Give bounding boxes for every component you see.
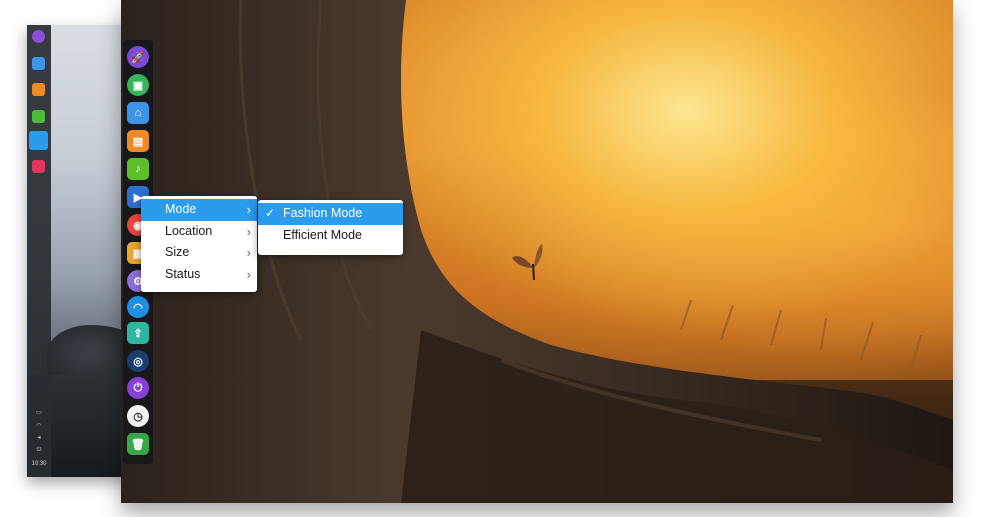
- menu-item-location[interactable]: Location ›: [141, 221, 257, 243]
- power-icon[interactable]: ⏻: [127, 377, 149, 399]
- trash-icon[interactable]: 🗑: [127, 433, 149, 455]
- menu-item-label: Status: [165, 266, 201, 281]
- submenu-item-efficient-mode[interactable]: Efficient Mode: [258, 225, 403, 247]
- volume-icon[interactable]: ◂: [31, 434, 47, 441]
- submenu-item-label: Fashion Mode: [283, 206, 363, 220]
- file-manager-icon[interactable]: [32, 57, 45, 70]
- checkmark-icon: ✓: [265, 206, 276, 220]
- menu-item-status[interactable]: Status ›: [141, 264, 257, 286]
- menu-item-label: Size: [165, 245, 190, 259]
- launcher-icon[interactable]: [32, 30, 45, 43]
- chevron-right-icon: ›: [246, 266, 251, 282]
- dock-context-menu: Mode › Location › Size › Status ›: [141, 196, 257, 292]
- app-store-icon[interactable]: ▤: [127, 130, 149, 152]
- file-manager-icon[interactable]: ⌂: [127, 102, 149, 124]
- butterfly-decoration: [512, 244, 543, 281]
- music-icon[interactable]: ♪: [127, 158, 149, 180]
- submenu-item-label: Efficient Mode: [283, 227, 362, 242]
- menu-item-label: Mode: [165, 202, 197, 216]
- menu-item-mode[interactable]: Mode ›: [141, 199, 257, 221]
- music-icon[interactable]: [32, 110, 45, 123]
- mode-submenu: ✓ Fashion Mode Efficient Mode: [258, 200, 403, 255]
- menu-item-label: Location: [165, 223, 213, 238]
- app-store-icon[interactable]: [32, 83, 45, 96]
- launcher-icon[interactable]: 🚀: [127, 46, 149, 68]
- submenu-item-fashion-mode[interactable]: ✓ Fashion Mode: [258, 203, 403, 225]
- chevron-right-icon: ›: [246, 202, 251, 217]
- active-app-icon[interactable]: [29, 131, 48, 150]
- chevron-right-icon: ›: [246, 245, 251, 260]
- usb-icon[interactable]: ⇪: [127, 322, 149, 344]
- clock-icon[interactable]: ◷: [127, 405, 149, 427]
- keyboard-icon[interactable]: ▭: [31, 409, 47, 416]
- menu-item-size[interactable]: Size ›: [141, 242, 257, 264]
- clock-text: 10:30: [31, 461, 47, 467]
- network-icon[interactable]: ◠: [127, 296, 149, 318]
- deepin-store-icon[interactable]: ▣: [127, 74, 149, 96]
- wifi-icon[interactable]: ◠: [31, 422, 47, 429]
- efficient-dock: ▭ ◠ ◂ ⏻ 10:30: [27, 25, 51, 477]
- chevron-right-icon: ›: [246, 223, 251, 239]
- media-icon[interactable]: [32, 160, 45, 173]
- screenshot-icon[interactable]: ◎: [127, 350, 149, 372]
- power-icon[interactable]: ⏻: [31, 447, 47, 454]
